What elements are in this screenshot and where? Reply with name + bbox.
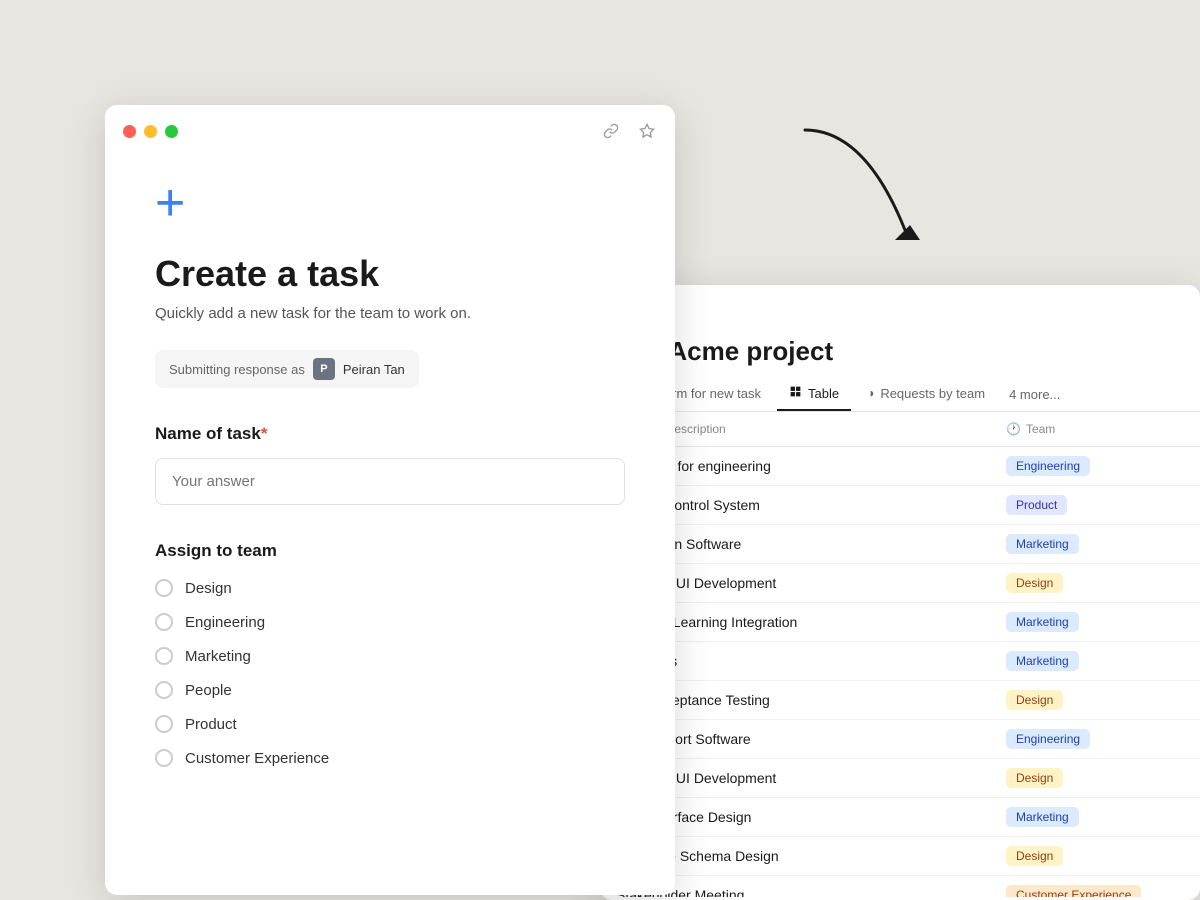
table-row[interactable]: User Acceptance TestingDesign	[600, 681, 1200, 720]
titlebar-left	[105, 105, 675, 157]
table-body: New task for engineeringEngineeringHabit…	[600, 447, 1200, 898]
col-team-header: 🕐 Team	[990, 412, 1200, 447]
radio-product[interactable]: Product	[155, 715, 625, 733]
table-row[interactable]: User Interface DesignMarketing	[600, 798, 1200, 837]
arrow-annotation	[785, 110, 985, 270]
radio-label-engineering: Engineering	[185, 614, 265, 631]
radio-label-people: People	[185, 682, 232, 699]
required-star: *	[261, 424, 268, 443]
team-cell: Marketing	[990, 642, 1200, 681]
task-name-input[interactable]	[155, 458, 625, 505]
radio-customer-experience[interactable]: Customer Experience	[155, 749, 625, 767]
table-container[interactable]: Aa Short description 🕐 Team New task for…	[600, 412, 1200, 897]
close-dot[interactable]	[123, 125, 136, 138]
team-cell: Marketing	[990, 603, 1200, 642]
create-task-window: + Create a task Quickly add a new task f…	[105, 105, 675, 895]
acme-project-window: 🚀 Acme project 📋 Form for new task Table…	[600, 285, 1200, 900]
team-badge: Engineering	[1006, 729, 1090, 749]
maximize-dot[interactable]	[165, 125, 178, 138]
radio-label-design: Design	[185, 580, 232, 597]
radio-label-product: Product	[185, 716, 237, 733]
team-cell: Engineering	[990, 720, 1200, 759]
table-row[interactable]: Life Support SoftwareEngineering	[600, 720, 1200, 759]
link-icon[interactable]	[601, 121, 621, 141]
table-row[interactable]: Frontend UI DevelopmentDesign	[600, 759, 1200, 798]
tab-requests-by-team[interactable]: ◑ Requests by team	[855, 378, 997, 411]
team-cell: Design	[990, 759, 1200, 798]
tab-table-label: Table	[808, 386, 839, 401]
team-cell: Marketing	[990, 798, 1200, 837]
team-badge: Marketing	[1006, 651, 1079, 671]
minimize-dot[interactable]	[144, 125, 157, 138]
user-name: Peiran Tan	[343, 362, 405, 377]
team-cell: Engineering	[990, 447, 1200, 486]
form-subtitle: Quickly add a new task for the team to w…	[155, 305, 625, 322]
team-badge: Design	[1006, 768, 1063, 788]
radio-circle-product	[155, 715, 173, 733]
team-badge: Product	[1006, 495, 1067, 515]
radio-circle-customer	[155, 749, 173, 767]
team-badge: Design	[1006, 846, 1063, 866]
radio-label-customer: Customer Experience	[185, 750, 329, 767]
clock-icon: 🕐	[1006, 422, 1021, 436]
radio-marketing[interactable]: Marketing	[155, 647, 625, 665]
project-title: Acme project	[668, 336, 833, 367]
team-cell: Design	[990, 837, 1200, 876]
table-tab-icon	[789, 385, 802, 401]
radio-design[interactable]: Design	[155, 579, 625, 597]
task-name-label: Name of task*	[155, 424, 625, 444]
team-badge: Customer Experience	[1006, 885, 1141, 897]
tab-bar: 📋 Form for new task Table ◑ Requests by …	[600, 377, 1200, 412]
chart-tab-icon: ◑	[867, 386, 874, 400]
form-title: Create a task	[155, 253, 625, 295]
project-header: 🚀 Acme project	[600, 326, 1200, 367]
radio-circle-design	[155, 579, 173, 597]
table-row[interactable]: Habitat Control SystemProduct	[600, 486, 1200, 525]
radio-label-marketing: Marketing	[185, 648, 251, 665]
submitting-as-bar: Submitting response as P Peiran Tan	[155, 350, 419, 388]
table-row[interactable]: Machine Learning IntegrationMarketing	[600, 603, 1200, 642]
team-badge: Design	[1006, 573, 1063, 593]
star-icon[interactable]	[637, 121, 657, 141]
table-row[interactable]: Unit TestsMarketing	[600, 642, 1200, 681]
team-cell: Design	[990, 681, 1200, 720]
team-badge: Engineering	[1006, 456, 1090, 476]
assign-team-label: Assign to team	[155, 541, 625, 561]
table-header-row: Aa Short description 🕐 Team	[600, 412, 1200, 447]
form-content: + Create a task Quickly add a new task f…	[105, 157, 675, 807]
team-badge: Marketing	[1006, 612, 1079, 632]
titlebar-right	[600, 285, 1200, 326]
table-row[interactable]: Frontend UI DevelopmentDesign	[600, 564, 1200, 603]
team-radio-group: Design Engineering Marketing People Prod…	[155, 579, 625, 767]
user-avatar: P	[313, 358, 335, 380]
radio-circle-engineering	[155, 613, 173, 631]
team-cell: Customer Experience	[990, 876, 1200, 898]
radio-circle-marketing	[155, 647, 173, 665]
team-badge: Marketing	[1006, 534, 1079, 554]
tab-table[interactable]: Table	[777, 377, 851, 411]
radio-engineering[interactable]: Engineering	[155, 613, 625, 631]
table-row[interactable]: Navigation SoftwareMarketing	[600, 525, 1200, 564]
submitting-label: Submitting response as	[169, 362, 305, 377]
table-row[interactable]: Database Schema DesignDesign	[600, 837, 1200, 876]
plus-icon: +	[155, 177, 625, 229]
team-cell: Product	[990, 486, 1200, 525]
team-badge: Design	[1006, 690, 1063, 710]
more-tabs-button[interactable]: 4 more...	[1001, 379, 1068, 410]
table-row[interactable]: New task for engineeringEngineering	[600, 447, 1200, 486]
radio-people[interactable]: People	[155, 681, 625, 699]
radio-circle-people	[155, 681, 173, 699]
team-badge: Marketing	[1006, 807, 1079, 827]
tab-requests-label: Requests by team	[880, 386, 985, 401]
team-cell: Design	[990, 564, 1200, 603]
tasks-table: Aa Short description 🕐 Team New task for…	[600, 412, 1200, 897]
table-row[interactable]: Stakeholder MeetingCustomer Experience	[600, 876, 1200, 898]
team-cell: Marketing	[990, 525, 1200, 564]
